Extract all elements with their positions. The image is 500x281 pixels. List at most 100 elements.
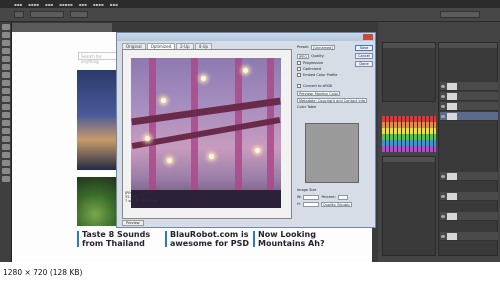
history-brush-tool-icon[interactable] — [2, 96, 10, 102]
preview-button[interactable]: Preview — [122, 220, 144, 226]
optimized-label: Optimized — [303, 67, 321, 71]
marquee-tool-icon[interactable] — [2, 32, 10, 38]
percent-input[interactable] — [337, 194, 348, 200]
dodge-tool-icon[interactable] — [2, 128, 10, 134]
eye-icon[interactable] — [441, 215, 445, 218]
pen-tool-icon[interactable] — [2, 136, 10, 142]
path-select-tool-icon[interactable] — [2, 152, 10, 158]
layer-row[interactable] — [440, 102, 498, 111]
layer-thumbnail — [447, 93, 457, 100]
search-input[interactable]: Search for anything — [78, 52, 118, 64]
layer-thumbnail — [447, 193, 457, 200]
bridge-cable — [235, 58, 242, 208]
bridge-cable — [149, 58, 156, 208]
cancel-button[interactable]: Cancel — [355, 53, 373, 59]
eye-icon[interactable] — [441, 195, 445, 198]
option-control[interactable] — [30, 11, 64, 18]
panel-header — [439, 43, 497, 48]
progressive-checkbox[interactable] — [297, 61, 301, 65]
layer-row[interactable] — [440, 212, 498, 221]
preview-select[interactable]: Preview: Monitor Color — [297, 90, 341, 96]
height-input[interactable] — [302, 201, 319, 207]
layer-thumbnail — [447, 113, 457, 120]
quick-select-tool-icon[interactable] — [2, 48, 10, 54]
layer-row[interactable] — [440, 192, 498, 201]
crop-tool-icon[interactable] — [2, 56, 10, 62]
menu-item[interactable]: ▪▪▪ — [14, 2, 22, 7]
swatches-panel[interactable] — [382, 116, 436, 152]
street-light — [243, 68, 248, 73]
shape-tool-icon[interactable] — [2, 160, 10, 166]
resample-select[interactable]: Quality: Bicubic — [320, 201, 352, 207]
progressive-label: Progressive — [303, 61, 324, 65]
convert-srgb-checkbox[interactable] — [297, 84, 301, 88]
save-for-web-dialog: Original Optimized 2-Up 4-Up JPEG 35.89K… — [116, 32, 376, 228]
embed-profile-label: Embed Color Profile — [303, 73, 338, 77]
layer-thumbnail — [447, 213, 457, 220]
eye-icon[interactable] — [441, 105, 445, 108]
preset-select[interactable]: [Unnamed] — [311, 44, 335, 50]
width-input[interactable] — [303, 194, 320, 200]
format-select[interactable]: JPEG — [297, 53, 310, 59]
menu-bar: ▪▪▪ ▪▪▪▪ ▪▪▪ ▪▪▪▪▪ ▪▪▪ ▪▪▪▪ ▪▪▪ — [0, 0, 500, 8]
eye-icon[interactable] — [441, 85, 445, 88]
optimized-checkbox[interactable] — [297, 67, 301, 71]
menu-item[interactable]: ▪▪▪▪▪ — [59, 2, 73, 7]
zoom-tool-icon[interactable] — [2, 176, 10, 182]
blur-tool-icon[interactable] — [2, 120, 10, 126]
street-light — [145, 136, 150, 141]
menu-item[interactable]: ▪▪▪ — [45, 2, 53, 7]
done-button[interactable]: Done — [355, 61, 373, 67]
bottom-buttons: Preview — [122, 220, 144, 226]
story-title: Now Looking Mountains Ah? — [258, 230, 325, 248]
healing-tool-icon[interactable] — [2, 72, 10, 78]
panel-header — [383, 157, 435, 162]
hand-tool-icon[interactable] — [2, 168, 10, 174]
layer-row[interactable] — [440, 172, 498, 181]
eye-icon[interactable] — [441, 235, 445, 238]
story-item: BlauRobot.com is awesome for PSD — [165, 230, 250, 248]
workspace-switcher[interactable] — [440, 11, 480, 18]
menu-item[interactable]: ▪▪▪ — [79, 2, 87, 7]
gradient-tool-icon[interactable] — [2, 112, 10, 118]
menu-item[interactable]: ▪▪▪▪ — [28, 2, 39, 7]
eye-icon[interactable] — [441, 115, 445, 118]
layer-row[interactable] — [440, 82, 498, 91]
story-title: BlauRobot.com is awesome for PSD — [170, 230, 249, 248]
street-light — [167, 158, 172, 163]
color-table-label: Color Table — [297, 105, 317, 109]
settings-panel: Preset: [Unnamed] Save Cancel Done JPEG … — [297, 43, 373, 223]
street-light — [255, 148, 260, 153]
document-tab[interactable] — [12, 23, 112, 32]
embed-profile-checkbox[interactable] — [297, 73, 301, 77]
image-dimensions-label: 1280 × 720 (128 KB) — [3, 268, 83, 277]
save-button[interactable]: Save — [355, 45, 373, 51]
brush-tool-icon[interactable] — [2, 80, 10, 86]
option-control[interactable] — [70, 11, 88, 18]
layer-row-selected[interactable] — [440, 112, 498, 121]
menu-item[interactable]: ▪▪▪▪ — [93, 2, 104, 7]
type-tool-icon[interactable] — [2, 144, 10, 150]
info-line: 7 sec @ 56.6 Kbps — [125, 199, 158, 203]
properties-panel — [382, 42, 436, 102]
layer-thumbnail — [447, 83, 457, 90]
tool-preset-picker[interactable] — [14, 11, 24, 18]
eye-icon[interactable] — [441, 175, 445, 178]
mockup-story-strip: Taste 8 Sounds from Thailand BlauRobot.c… — [12, 226, 372, 262]
lasso-tool-icon[interactable] — [2, 40, 10, 46]
quality-label: Quality: — [311, 54, 325, 58]
layer-row[interactable] — [440, 92, 498, 101]
eyedropper-tool-icon[interactable] — [2, 64, 10, 70]
menu-item[interactable]: ▪▪▪ — [110, 2, 118, 7]
metadata-select[interactable]: Metadata: Copyright and Contact Info — [297, 97, 368, 103]
move-tool-icon[interactable] — [2, 24, 10, 30]
layer-row[interactable] — [440, 232, 498, 241]
preset-label: Preset: — [297, 45, 310, 49]
close-icon[interactable] — [363, 34, 373, 40]
eye-icon[interactable] — [441, 95, 445, 98]
photoshop-window: ▪▪▪ ▪▪▪▪ ▪▪▪ ▪▪▪▪▪ ▪▪▪ ▪▪▪▪ ▪▪▪ Search f… — [0, 0, 500, 262]
stamp-tool-icon[interactable] — [2, 88, 10, 94]
image-size-label: Image Size — [297, 188, 317, 192]
tools-panel — [0, 22, 12, 262]
eraser-tool-icon[interactable] — [2, 104, 10, 110]
